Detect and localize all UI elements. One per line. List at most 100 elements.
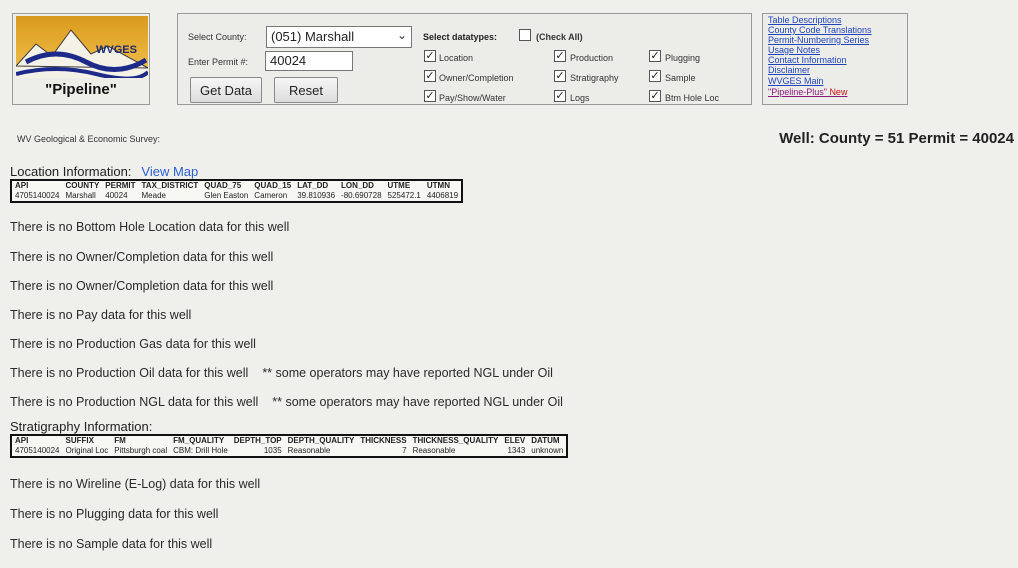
location-section-title: Location Information: View Map [10, 164, 199, 179]
logo-name: "Pipeline" [45, 81, 117, 98]
checkbox-label-stratigraphy: Stratigraphy [570, 73, 619, 83]
table-header: FM [114, 436, 126, 445]
view-map-link[interactable]: View Map [141, 164, 198, 179]
link-usage-notes[interactable]: Usage Notes [768, 46, 820, 55]
table-header: QUAD_15 [254, 181, 292, 190]
link-contact-information[interactable]: Contact Information [768, 56, 847, 65]
checkbox-pay-show-water[interactable]: ✓ [424, 90, 436, 102]
checkbox-plugging[interactable]: ✓ [649, 50, 661, 62]
no-data-note: There is no Sample data for this well [10, 537, 213, 551]
table-header: UTME [387, 181, 411, 190]
table-cell: Reasonable [412, 446, 456, 455]
county-label: Select County: [188, 32, 247, 42]
ngl-footnote: ** some operators may have reported NGL … [262, 366, 553, 380]
link-pipeline-plus-row: "Pipeline-Plus" New [768, 88, 847, 97]
table-header: PERMIT [105, 181, 136, 190]
table-header: ELEV [504, 436, 526, 445]
table-header: LAT_DD [297, 181, 329, 190]
checkbox-label-btm-hole-loc: Btm Hole Loc [665, 93, 720, 103]
checkbox-location[interactable]: ✓ [424, 50, 436, 62]
table-header: DEPTH_TOP [233, 436, 282, 445]
no-data-note: There is no Production NGL data for this… [10, 395, 563, 409]
table-cell: 7 [402, 446, 407, 455]
county-select[interactable]: (051) Marshall ⌄ [266, 26, 412, 48]
table-header: DATUM [531, 436, 560, 445]
link-table-descriptions[interactable]: Table Descriptions [768, 16, 842, 25]
no-data-note: There is no Plugging data for this well [10, 507, 219, 521]
table-header: UTMN [426, 181, 450, 190]
table-cell: 1343 [507, 446, 526, 455]
table-cell: 39.810936 [297, 191, 336, 200]
table-row: 4705140024 Original Loc Pittsburgh coal … [11, 446, 567, 457]
check-all-checkbox[interactable] [519, 29, 531, 41]
table-header: THICKNESS_QUALITY [412, 436, 499, 445]
logo-brand: WVGES [96, 44, 137, 56]
checkbox-label-sample: Sample [665, 73, 696, 83]
chevron-down-icon: ⌄ [396, 28, 407, 42]
logo-mountains-icon: WVGES [16, 16, 148, 78]
link-pipeline-plus[interactable]: "Pipeline-Plus" [768, 87, 827, 97]
table-cell: Marshall [65, 191, 96, 200]
survey-label: WV Geological & Economic Survey: [17, 134, 161, 144]
table-header: COUNTY [65, 181, 100, 190]
checkbox-label-production: Production [570, 53, 614, 63]
checkbox-label-pay-show-water: Pay/Show/Water [439, 93, 506, 103]
no-data-note: There is no Production Gas data for this… [10, 337, 256, 351]
no-data-note: There is no Owner/Completion data for th… [10, 279, 274, 293]
location-table: API COUNTY PERMIT TAX_DISTRICT QUAD_75 Q… [10, 179, 464, 203]
new-badge: New [829, 87, 848, 97]
table-header: FM_QUALITY [173, 436, 225, 445]
table-cell: CBM: Drill Hole [173, 446, 228, 455]
table-cell: 4705140024 [15, 191, 60, 200]
permit-input[interactable]: 40024 [265, 51, 353, 71]
checkbox-label-logs: Logs [570, 93, 590, 103]
table-header-row: API SUFFIX FM FM_QUALITY DEPTH_TOP DEPTH… [11, 435, 567, 446]
well-title: Well: County = 51 Permit = 40024 [779, 130, 1014, 147]
link-permit-numbering-series[interactable]: Permit-Numbering Series [768, 36, 869, 45]
table-cell: Glen Easton [204, 191, 249, 200]
table-header: LON_DD [341, 181, 374, 190]
logo[interactable]: WVGES "Pipeline" [12, 13, 150, 105]
table-header-row: API COUNTY PERMIT TAX_DISTRICT QUAD_75 Q… [11, 180, 462, 191]
checkbox-sample[interactable]: ✓ [649, 70, 661, 82]
table-cell: 40024 [105, 191, 128, 200]
checkbox-btm-hole-loc[interactable]: ✓ [649, 90, 661, 102]
table-cell: unknown [531, 446, 564, 455]
table-cell: 4705140024 [15, 446, 60, 455]
quick-links: Table Descriptions County Code Translati… [762, 13, 908, 105]
no-data-note: There is no Wireline (E-Log) data for th… [10, 477, 261, 491]
table-cell: Meade [141, 191, 166, 200]
reset-button[interactable]: Reset [274, 77, 338, 103]
stratigraphy-table: API SUFFIX FM FM_QUALITY DEPTH_TOP DEPTH… [10, 434, 569, 458]
table-cell: -80.690728 [341, 191, 382, 200]
table-cell: Pittsburgh coal [114, 446, 168, 455]
no-data-note: There is no Production Oil data for this… [10, 366, 553, 380]
table-cell: Original Loc [65, 446, 109, 455]
search-form: Select County: (051) Marshall ⌄ Enter Pe… [177, 13, 752, 105]
table-header: QUAD_75 [204, 181, 242, 190]
table-cell: Cameron [254, 191, 288, 200]
checkbox-logs[interactable]: ✓ [554, 90, 566, 102]
no-data-note: There is no Bottom Hole Location data fo… [10, 220, 290, 234]
table-row: 4705140024 Marshall 40024 Meade Glen Eas… [11, 191, 462, 202]
checkbox-owner-completion[interactable]: ✓ [424, 70, 436, 82]
link-disclaimer[interactable]: Disclaimer [768, 66, 810, 75]
get-data-button[interactable]: Get Data [190, 77, 262, 103]
table-cell: 4406819 [426, 191, 459, 200]
county-value: (051) Marshall [271, 29, 355, 44]
datatypes-title: Select datatypes: [423, 32, 498, 42]
no-data-note: There is no Owner/Completion data for th… [10, 250, 274, 264]
table-cell: Reasonable [287, 446, 331, 455]
checkbox-stratigraphy[interactable]: ✓ [554, 70, 566, 82]
checkbox-label-owner-completion: Owner/Completion [439, 73, 514, 83]
checkbox-label-plugging: Plugging [665, 53, 701, 63]
link-county-code-translations[interactable]: County Code Translations [768, 26, 872, 35]
link-wvges-main[interactable]: WVGES Main [768, 77, 824, 86]
ngl-footnote: ** some operators may have reported NGL … [272, 395, 563, 409]
table-header: TAX_DISTRICT [141, 181, 199, 190]
checkbox-production[interactable]: ✓ [554, 50, 566, 62]
header: WVGES "Pipeline" Select County: (051) Ma… [0, 0, 1018, 110]
table-header: THICKNESS [360, 436, 407, 445]
checkbox-label-location: Location [439, 53, 474, 63]
table-cell: 1035 [263, 446, 282, 455]
